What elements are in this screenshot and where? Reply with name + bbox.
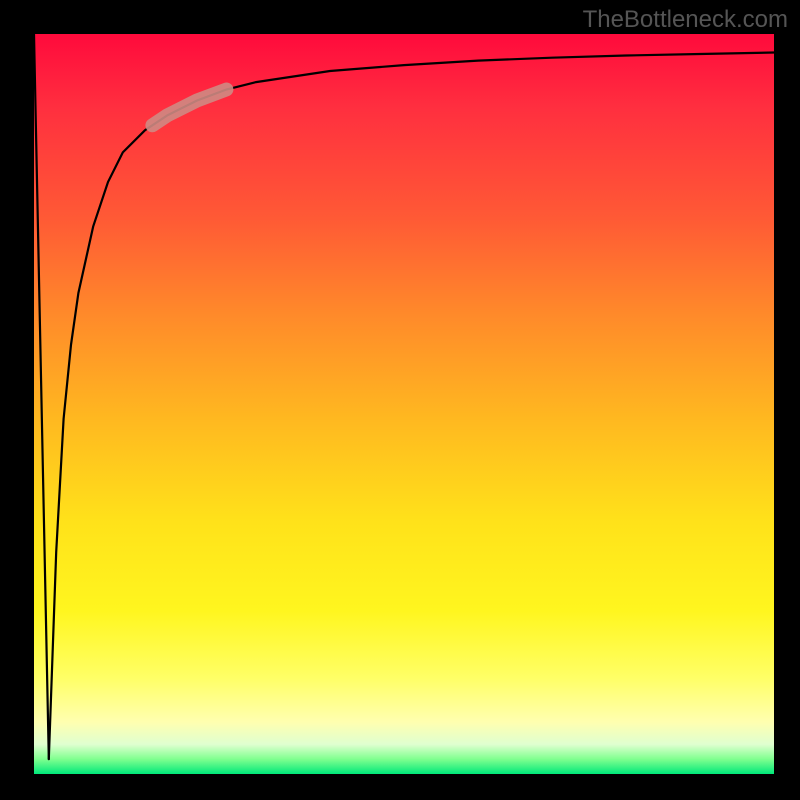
plot-background <box>34 34 774 774</box>
watermark-text: TheBottleneck.com <box>583 6 788 34</box>
